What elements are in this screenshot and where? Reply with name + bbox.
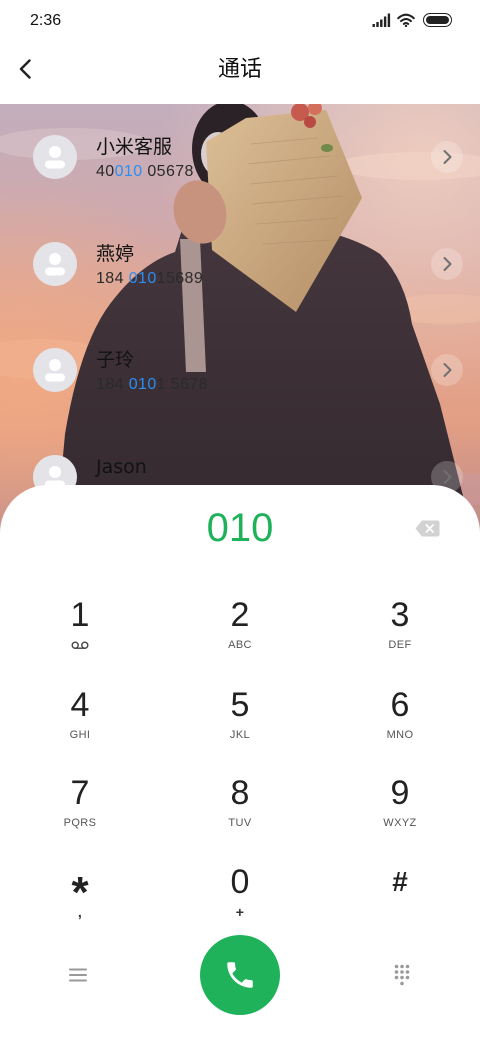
key-letters: ABC [228, 639, 252, 651]
key-star[interactable]: * , [0, 839, 160, 927]
page-title: 通话 [217, 57, 262, 82]
contact-name: 小米客服 [96, 136, 173, 158]
key-8[interactable]: 8 TUV [160, 750, 320, 838]
number-suffix: 15689 [156, 270, 204, 287]
status-bar: 2:36 [0, 0, 480, 40]
key-letters: DEF [388, 639, 412, 651]
dialed-number-display[interactable]: 010 [0, 506, 480, 550]
dialpad-toggle-button[interactable] [392, 963, 412, 987]
key-letters: , [77, 904, 83, 920]
key-digit: # [392, 866, 408, 897]
phone-icon [223, 958, 257, 992]
key-letters: GHI [69, 729, 91, 741]
key-digit: 4 [70, 686, 90, 724]
key-6[interactable]: 6 MNO [320, 662, 480, 750]
number-suffix: 05678 [142, 163, 194, 180]
number-suffix: 1 5678 [156, 376, 208, 393]
contact-row[interactable]: 小米客服 40010 05678 [0, 104, 480, 210]
header: 通话 [0, 40, 480, 104]
key-5[interactable]: 5 JKL [160, 662, 320, 750]
contact-name: 子玲 [96, 349, 135, 371]
contact-row[interactable]: 燕婷 184 01015689 [0, 211, 480, 317]
key-digit: 2 [230, 596, 250, 634]
key-3[interactable]: 3 DEF [320, 572, 480, 660]
key-letters: TUV [228, 817, 252, 829]
number-prefix: 184 [96, 270, 129, 287]
key-digit: 5 [230, 686, 250, 724]
menu-icon [69, 968, 87, 982]
wifi-icon [397, 13, 415, 28]
contact-name: 燕婷 [96, 243, 135, 265]
menu-button[interactable] [66, 965, 90, 985]
backspace-button[interactable] [413, 518, 441, 538]
key-letters: + [235, 904, 245, 920]
key-digit: 3 [390, 596, 410, 634]
key-digit: 9 [390, 774, 410, 812]
chevron-right-icon[interactable] [431, 354, 463, 386]
backspace-icon [415, 520, 440, 537]
chevron-right-icon[interactable] [431, 248, 463, 280]
voicemail-icon [71, 641, 89, 650]
number-match-highlight: 010 [114, 163, 143, 180]
key-digit: 8 [230, 774, 250, 812]
key-letters: PQRS [63, 817, 97, 829]
contact-name: Jason [96, 456, 147, 478]
key-9[interactable]: 9 WXYZ [320, 750, 480, 838]
key-7[interactable]: 7 PQRS [0, 750, 160, 838]
number-match-highlight: 010 [128, 270, 157, 287]
signal-icon [372, 13, 391, 27]
key-2[interactable]: 2 ABC [160, 572, 320, 660]
contact-number: 184 01015689 [96, 269, 203, 289]
status-time: 2:36 [30, 12, 62, 29]
number-prefix: 184 [96, 376, 129, 393]
battery-icon [423, 13, 452, 27]
number-match-highlight: 010 [128, 376, 157, 393]
key-digit: 0 [230, 863, 250, 901]
battery-level-fill [425, 15, 450, 25]
default-avatar-icon [33, 348, 77, 392]
key-digit: 6 [390, 686, 410, 724]
key-digit: 7 [70, 774, 90, 812]
dialpad-icon [394, 964, 410, 986]
default-avatar-icon [33, 135, 77, 179]
contact-row[interactable]: 子玲 184 0101 5678 [0, 317, 480, 423]
key-letters: MNO [386, 729, 414, 741]
key-digit: 1 [70, 596, 90, 634]
call-button[interactable] [200, 935, 280, 1015]
key-hash[interactable]: # [320, 839, 480, 927]
chevron-right-icon[interactable] [431, 141, 463, 173]
default-avatar-icon [33, 242, 77, 286]
key-1[interactable]: 1 [0, 572, 160, 660]
key-letters: WXYZ [383, 817, 417, 829]
contact-number: 184 0101 5678 [96, 375, 208, 395]
contact-number: 40010 05678 [96, 162, 194, 182]
key-letters: JKL [229, 729, 251, 741]
key-0[interactable]: 0 + [160, 839, 320, 927]
key-4[interactable]: 4 GHI [0, 662, 160, 750]
number-prefix: 40 [96, 163, 115, 180]
dial-panel: 010 1 2 ABC 3 DEF 4 GHI 5 JKL 6 MNO 7 PQ… [0, 485, 480, 1040]
